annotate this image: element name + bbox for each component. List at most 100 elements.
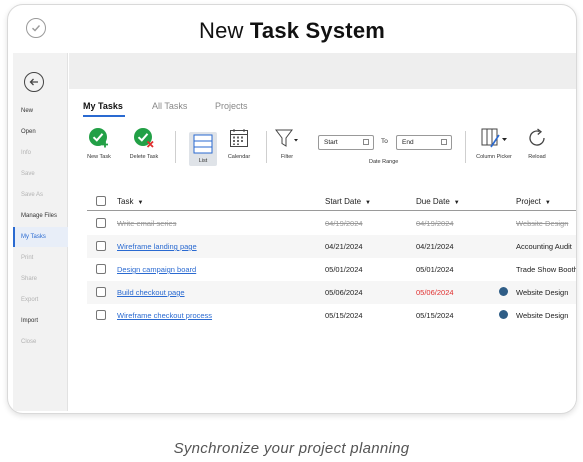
sidebar-item-save[interactable]: Save [13,164,68,184]
reload-label: Reload [528,154,546,160]
list-view-button[interactable]: List [189,132,217,166]
sidebar-item-export[interactable]: Export [13,290,68,310]
date-range-label: Date Range [369,159,399,165]
title-bold: Task System [249,18,386,43]
calendar-label: Calendar [227,154,251,160]
new-task-label: New Task [87,154,111,160]
page-title: New Task System [8,18,576,44]
toolbar-divider [465,131,466,163]
project-name: Website Design [516,219,569,228]
top-bar [69,53,576,89]
delete-task-icon [126,126,162,150]
project-name: Trade Show Booth [516,265,576,274]
column-header-project-label: Project [516,197,541,206]
assignee-avatar-icon [499,287,508,296]
table-row[interactable]: Wireframe checkout process 05/15/2024 05… [87,304,576,327]
task-name[interactable]: Design campaign board [117,265,196,274]
date-range-to-label: To [381,138,388,145]
active-tab-indicator [83,115,125,117]
project-name: Accounting Audit [516,242,572,251]
delete-task-button[interactable]: Delete Task [126,126,162,160]
column-picker-label: Column Picker [476,154,512,160]
start-date: 04/19/2024 [325,219,363,228]
row-checkbox[interactable] [96,218,106,228]
due-date: 05/15/2024 [416,311,454,320]
due-date: 05/06/2024 [416,288,454,297]
feature-card: New Task System New Open Info Save Save … [7,4,577,414]
calendar-picker-icon[interactable] [363,139,369,145]
due-date: 05/01/2024 [416,265,454,274]
sidebar-item-share[interactable]: Share [13,269,68,289]
table-row[interactable]: Wireframe landing page 04/21/2024 04/21/… [87,235,576,258]
calendar-picker-icon[interactable] [441,139,447,145]
tab-projects[interactable]: Projects [215,101,248,111]
column-header-project[interactable]: Project ▼ [516,197,551,206]
reload-icon [523,126,551,150]
row-checkbox[interactable] [96,241,106,251]
tab-all-tasks[interactable]: All Tasks [152,101,187,111]
table-row[interactable]: Write email series 04/19/2024 04/19/2024… [87,212,576,235]
toolbar-divider [266,131,267,163]
start-date: 05/15/2024 [325,311,363,320]
sort-caret-icon: ▼ [137,200,144,206]
sidebar-item-my-tasks[interactable]: My Tasks [13,227,68,247]
filter-button[interactable]: Filter [272,126,302,160]
row-checkbox[interactable] [96,264,106,274]
select-all-checkbox[interactable] [96,196,106,206]
sidebar-item-save-as[interactable]: Save As [13,185,68,205]
list-view-icon [189,132,217,156]
sort-caret-icon: ▼ [365,200,371,206]
table-row[interactable]: Design campaign board 05/01/2024 05/01/2… [87,258,576,281]
row-checkbox[interactable] [96,287,106,297]
delete-task-label: Delete Task [129,154,159,160]
sidebar-item-new[interactable]: New [13,101,68,121]
sort-caret-icon: ▼ [453,200,460,206]
column-header-start-label: Start Date [325,197,362,206]
list-label: List [198,158,208,164]
sidebar-item-info[interactable]: Info [13,143,68,163]
calendar-icon [225,126,253,150]
table-row[interactable]: Build checkout page 05/06/2024 05/06/202… [87,281,576,304]
column-header-task-label: Task [117,197,134,206]
sidebar-item-close[interactable]: Close [13,332,68,352]
title-normal: New [198,18,244,43]
start-date-value: Start [324,139,338,146]
task-name[interactable]: Build checkout page [117,288,185,297]
sidebar-item-manage-files[interactable]: Manage Files [13,206,68,226]
column-header-due-label: Due Date [416,197,450,206]
table-header: Task ▼ Start Date ▼ Due Date ▼ Project ▼ [87,191,576,211]
task-name[interactable]: Write email series [117,219,176,228]
sidebar-item-print[interactable]: Print [13,248,68,268]
start-date: 05/06/2024 [325,288,363,297]
task-name[interactable]: Wireframe landing page [117,242,197,251]
sidebar-item-import[interactable]: Import [13,311,68,331]
project-name: Website Design [516,288,569,297]
project-name: Website Design [516,311,569,320]
tab-my-tasks[interactable]: My Tasks [83,101,123,111]
end-date-value: End [402,139,414,146]
start-date: 04/21/2024 [325,242,363,251]
new-task-icon [85,126,113,150]
task-name[interactable]: Wireframe checkout process [117,311,212,320]
filter-label: Filter [280,154,294,160]
column-header-due[interactable]: Due Date ▼ [416,197,460,206]
row-checkbox[interactable] [96,310,106,320]
calendar-view-button[interactable]: Calendar [225,126,253,160]
column-header-start[interactable]: Start Date ▼ [325,197,371,206]
sidebar: New Open Info Save Save As Manage Files … [13,53,68,411]
back-arrow-icon[interactable] [24,72,44,92]
due-date: 04/21/2024 [416,242,454,251]
end-date-input[interactable]: End [396,135,452,150]
start-date: 05/01/2024 [325,265,363,274]
new-task-button[interactable]: New Task [85,126,113,160]
caption: Synchronize your project planning [173,440,410,457]
app-window: New Open Info Save Save As Manage Files … [13,53,576,411]
reload-button[interactable]: Reload [523,126,551,160]
due-date: 04/19/2024 [416,219,454,228]
column-header-task[interactable]: Task ▼ [117,197,143,206]
toolbar-divider [175,131,176,163]
assignee-avatar-icon [499,310,508,319]
sidebar-item-open[interactable]: Open [13,122,68,142]
start-date-input[interactable]: Start [318,135,374,150]
column-picker-button[interactable]: Column Picker [474,126,514,160]
